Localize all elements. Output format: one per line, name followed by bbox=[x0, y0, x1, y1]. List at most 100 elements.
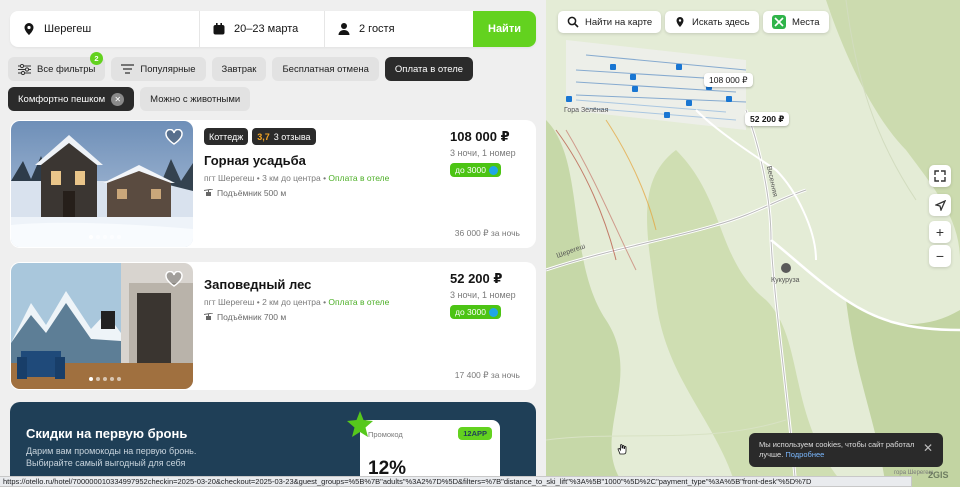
hotel-name[interactable]: Заповедный лес bbox=[204, 277, 311, 292]
stay-summary: 3 ночи, 1 номер bbox=[450, 148, 516, 158]
hotel-tags: Коттедж 3,7 3 отзыва bbox=[204, 128, 316, 145]
cashback-badge: до 3000 bbox=[450, 163, 501, 177]
price-per-night: 36 000 ₽ за ночь bbox=[454, 228, 520, 238]
cashback-text: до 3000 bbox=[455, 307, 486, 317]
hotel-card[interactable]: Заповедный лес пгт Шерегеш • 2 км до цен… bbox=[10, 262, 536, 390]
find-button[interactable]: Найти bbox=[473, 11, 536, 47]
hotel-location: пгт Шерегеш • 3 км до центра • Оплата в … bbox=[204, 173, 390, 183]
status-bar-url: https://otello.ru/hotel/7000000103349979… bbox=[0, 476, 912, 487]
price-block: 52 200 ₽ 3 ночи, 1 номер до 3000 bbox=[450, 271, 516, 320]
sort-popular-chip[interactable]: Популярные bbox=[111, 57, 206, 81]
map-price-pin[interactable]: 52 200 ₽ bbox=[745, 112, 790, 126]
rating-value: 3,7 bbox=[257, 131, 270, 142]
fullscreen-button[interactable] bbox=[929, 165, 951, 187]
free-cancel-chip[interactable]: Бесплатная отмена bbox=[272, 57, 379, 81]
filters-count-badge: 2 bbox=[90, 52, 103, 65]
button-label: Найти на карте bbox=[585, 16, 653, 28]
map-provider-logo: 2GIS bbox=[928, 470, 949, 480]
total-price: 108 000 ₽ bbox=[450, 129, 510, 144]
find-on-map-button[interactable]: Найти на карте bbox=[558, 11, 662, 33]
dates-field[interactable]: 20–23 марта bbox=[199, 11, 324, 47]
places-button[interactable]: Места bbox=[763, 11, 829, 33]
guests-value: 2 гостя bbox=[359, 23, 395, 35]
price-per-night: 17 400 ₽ за ночь bbox=[454, 370, 520, 380]
results-panel: Шерегеш 20–23 марта 2 гостя Найти Все фи… bbox=[0, 0, 546, 487]
promo-description: Дарим вам промокоды на первую бронь. Выб… bbox=[26, 445, 196, 469]
total-price: 52 200 ₽ bbox=[450, 271, 503, 286]
zoom-in-button[interactable]: + bbox=[929, 221, 951, 243]
chip-label: Оплата в отеле bbox=[394, 63, 464, 75]
map-canvas bbox=[546, 0, 960, 487]
property-type-tag: Коттедж bbox=[204, 128, 249, 145]
hotel-photo[interactable] bbox=[11, 121, 193, 247]
map-pin-icon bbox=[676, 17, 684, 27]
my-location-button[interactable] bbox=[929, 194, 951, 216]
remove-filter-icon[interactable]: ✕ bbox=[111, 92, 125, 106]
location-text: пгт Шерегеш bbox=[204, 173, 255, 183]
map-label: Кукуруза bbox=[771, 277, 800, 284]
cashback-text: до 3000 bbox=[455, 165, 486, 175]
chip-label: Бесплатная отмена bbox=[282, 63, 369, 75]
location-text: пгт Шерегеш bbox=[204, 297, 255, 307]
map-view[interactable]: Найти на карте Искать здесь Места 108 00… bbox=[546, 0, 960, 487]
filter-chips: Все фильтры 2 Популярные Завтрак Бесплат… bbox=[8, 52, 543, 117]
pets-allowed-chip[interactable]: Можно с животными bbox=[140, 87, 251, 111]
lift-text: Подъёмник 700 м bbox=[217, 312, 287, 322]
dates-value: 20–23 марта bbox=[234, 23, 299, 35]
cookie-text: Мы используем cookies, чтобы сайт работа… bbox=[759, 440, 915, 459]
reviews-count: 3 отзыва bbox=[273, 131, 311, 142]
person-icon bbox=[338, 23, 350, 35]
hotel-photo[interactable] bbox=[11, 263, 193, 389]
search-bar: Шерегеш 20–23 марта 2 гостя Найти bbox=[10, 11, 536, 47]
chip-label: Комфортно пешком bbox=[18, 93, 106, 105]
map-price-pin[interactable]: 108 000 ₽ bbox=[704, 73, 753, 87]
places-icon bbox=[772, 15, 786, 29]
hotel-name[interactable]: Горная усадьба bbox=[204, 153, 306, 168]
promo-code: 12APP bbox=[458, 427, 492, 440]
ski-lift-icon bbox=[204, 188, 213, 196]
search-icon bbox=[567, 16, 579, 28]
stay-summary: 3 ночи, 1 номер bbox=[450, 290, 516, 300]
coin-icon bbox=[488, 165, 498, 175]
walking-distance-chip[interactable]: Комфортно пешком ✕ bbox=[8, 87, 135, 111]
cookie-more-link[interactable]: Подробнее bbox=[785, 450, 824, 459]
all-filters-chip[interactable]: Все фильтры 2 bbox=[8, 52, 106, 81]
photo-pagination bbox=[89, 377, 121, 381]
photo-pagination bbox=[89, 235, 121, 239]
hotel-card[interactable]: Коттедж 3,7 3 отзыва Горная усадьба пгт Ш… bbox=[10, 120, 536, 248]
cashback-badge: до 3000 bbox=[450, 305, 501, 319]
ski-lift-distance: Подъёмник 500 м bbox=[204, 188, 286, 198]
hotel-location: пгт Шерегеш • 2 км до центра • Оплата в … bbox=[204, 297, 390, 307]
promo-banner[interactable]: Скидки на первую бронь Дарим вам промоко… bbox=[10, 402, 536, 487]
minus-icon: − bbox=[935, 248, 945, 264]
chip-label: Можно с животными bbox=[150, 93, 241, 105]
city-field[interactable]: Шерегеш bbox=[10, 11, 195, 47]
map-label: Гора Зелёная bbox=[564, 107, 609, 114]
expand-icon bbox=[934, 170, 946, 182]
city-value: Шерегеш bbox=[44, 23, 92, 35]
coin-icon bbox=[488, 307, 498, 317]
favorite-heart-icon[interactable] bbox=[165, 129, 183, 145]
search-here-button[interactable]: Искать здесь bbox=[665, 11, 759, 33]
navigation-arrow-icon bbox=[934, 199, 946, 211]
chip-label: Популярные bbox=[140, 63, 196, 75]
payment-text: Оплата в отеле bbox=[328, 297, 390, 307]
guests-field[interactable]: 2 гостя bbox=[324, 11, 464, 47]
button-label: Искать здесь bbox=[692, 16, 750, 28]
promo-line: Дарим вам промокоды на первую бронь. bbox=[26, 446, 197, 456]
promo-title: Скидки на первую бронь bbox=[26, 426, 188, 441]
distance-text: 2 км до центра bbox=[262, 297, 321, 307]
plus-icon: + bbox=[935, 224, 945, 240]
property-type: Коттедж bbox=[209, 131, 244, 142]
breakfast-chip[interactable]: Завтрак bbox=[211, 57, 267, 81]
calendar-icon bbox=[213, 23, 225, 35]
pay-at-hotel-chip[interactable]: Оплата в отеле bbox=[384, 57, 474, 81]
zoom-out-button[interactable]: − bbox=[929, 245, 951, 267]
price-block: 108 000 ₽ 3 ночи, 1 номер до 3000 bbox=[450, 129, 516, 178]
rating-tag: 3,7 3 отзыва bbox=[252, 128, 316, 145]
distance-text: 3 км до центра bbox=[262, 173, 321, 183]
close-icon[interactable]: ✕ bbox=[923, 442, 933, 454]
all-filters-label: Все фильтры bbox=[37, 63, 96, 75]
favorite-heart-icon[interactable] bbox=[165, 271, 183, 287]
sliders-icon bbox=[18, 63, 31, 75]
